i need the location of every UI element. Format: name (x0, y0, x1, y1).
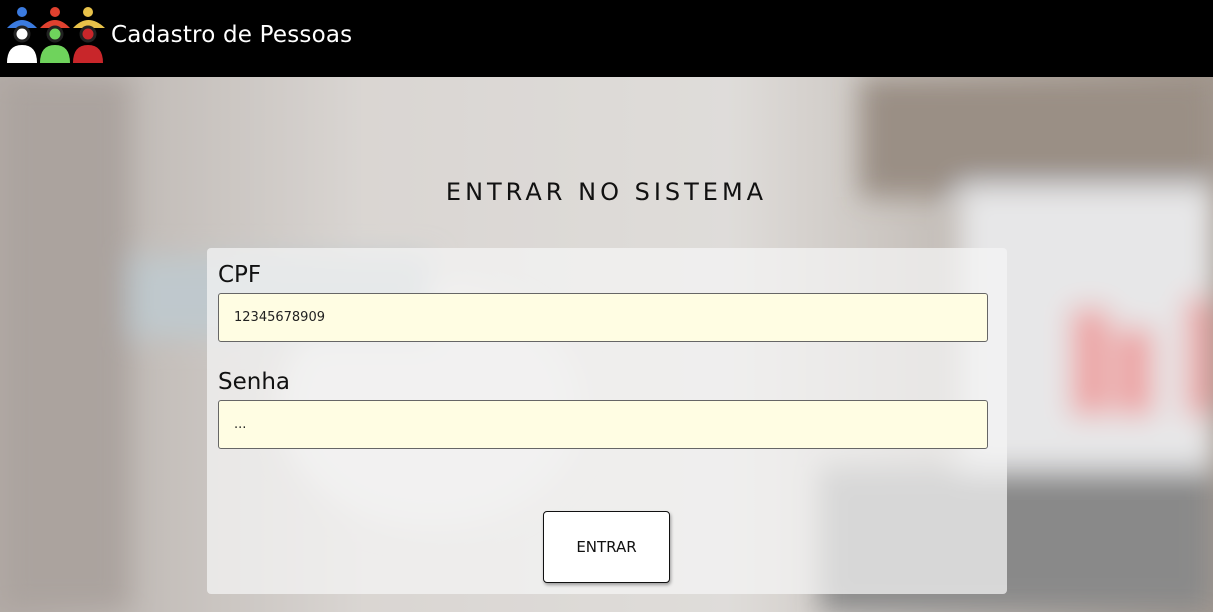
cpf-input[interactable] (218, 293, 988, 342)
senha-input[interactable] (218, 400, 988, 449)
brand-title[interactable]: Cadastro de Pessoas (111, 22, 352, 48)
navbar: Cadastro de Pessoas (0, 0, 1213, 77)
cpf-label: CPF (218, 262, 262, 288)
entrar-button[interactable]: ENTRAR (543, 511, 670, 583)
senha-label: Senha (218, 369, 290, 395)
people-group-icon[interactable] (5, 6, 107, 64)
page-title: ENTRAR NO SISTEMA (445, 178, 768, 206)
